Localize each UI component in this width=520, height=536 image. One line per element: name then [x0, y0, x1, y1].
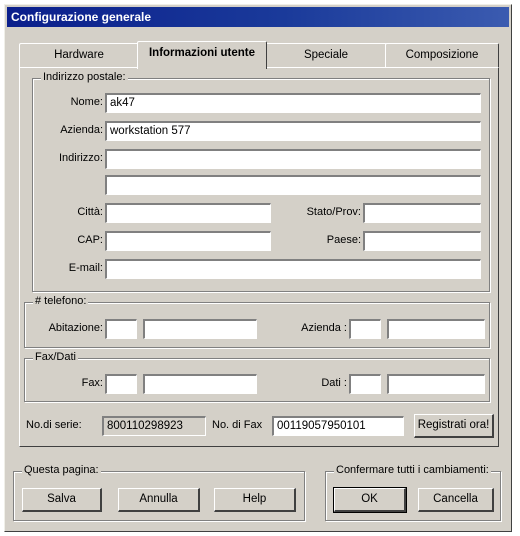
fax-number-label: No. di Fax: [212, 419, 263, 431]
name-label: Nome:: [70, 96, 103, 108]
tab-dialing[interactable]: Composizione: [385, 43, 499, 67]
tab-strip: Hardware Informazioni utente Speciale Co…: [19, 41, 499, 69]
tab-special[interactable]: Speciale: [265, 43, 387, 67]
data-prefix-field[interactable]: [349, 374, 381, 394]
serial-label: No.di serie:: [26, 419, 82, 431]
cancel-all-button[interactable]: Cancella: [418, 488, 494, 512]
confirm-all-group: Confermare tutti i cambiamenti: OK Cance…: [325, 464, 501, 521]
address-field-2[interactable]: [105, 175, 481, 195]
country-label: Paese:: [326, 234, 361, 246]
help-button[interactable]: Help: [214, 488, 296, 512]
ok-button[interactable]: OK: [333, 487, 407, 513]
state-label: Stato/Prov:: [306, 206, 361, 218]
fax-data-group: Fax/Dati Fax: Dati :: [24, 351, 490, 402]
tab-user-info[interactable]: Informazioni utente: [137, 41, 267, 69]
phone-group-label: # telefono:: [33, 295, 89, 307]
home-phone-number-field[interactable]: [143, 319, 257, 339]
work-phone-prefix-field[interactable]: [349, 319, 381, 339]
this-page-group: Questa pagina: Salva Annulla Help: [13, 464, 305, 521]
email-label: E-mail:: [68, 262, 103, 274]
home-phone-label: Abitazione:: [48, 322, 103, 334]
tab-panel: Indirizzo postale: Nome: ak47 Azienda: w…: [19, 67, 499, 447]
fax-number-display-field[interactable]: 00119057950101: [272, 416, 404, 436]
work-phone-number-field[interactable]: [387, 319, 485, 339]
settings-window: Configurazione generale Hardware Informa…: [4, 4, 512, 532]
data-number-field[interactable]: [387, 374, 485, 394]
fax-group-label: Fax/Dati: [33, 351, 78, 363]
zip-field[interactable]: [105, 231, 271, 251]
postal-group-label: Indirizzo postale:: [41, 71, 128, 83]
city-label: Città:: [77, 206, 103, 218]
fax-label: Fax:: [81, 377, 103, 389]
address-field-1[interactable]: [105, 149, 481, 169]
fax-prefix-field[interactable]: [105, 374, 137, 394]
phone-group: # telefono: Abitazione: Azienda :: [24, 295, 490, 348]
data-label: Dati :: [321, 377, 347, 389]
cancel-page-button[interactable]: Annulla: [118, 488, 200, 512]
fax-number-field[interactable]: [143, 374, 257, 394]
address-label: Indirizzo:: [58, 152, 103, 164]
home-phone-prefix-field[interactable]: [105, 319, 137, 339]
country-field[interactable]: [363, 231, 481, 251]
tab-hardware[interactable]: Hardware: [19, 43, 139, 67]
company-label: Azienda:: [60, 124, 103, 136]
postal-address-group: Indirizzo postale: Nome: ak47 Azienda: w…: [32, 71, 490, 292]
save-button[interactable]: Salva: [22, 488, 102, 512]
zip-label: CAP:: [77, 234, 103, 246]
serial-field: 800110298923: [102, 416, 206, 436]
company-field[interactable]: workstation 577: [105, 121, 481, 141]
email-field[interactable]: [105, 259, 481, 279]
confirm-all-label: Confermare tutti i cambiamenti:: [334, 464, 491, 476]
register-now-button[interactable]: Registrati ora!: [414, 414, 494, 438]
work-phone-label: Azienda :: [301, 322, 347, 334]
state-field[interactable]: [363, 203, 481, 223]
this-page-label: Questa pagina:: [22, 464, 101, 476]
city-field[interactable]: [105, 203, 271, 223]
window-title: Configurazione generale: [7, 7, 509, 27]
name-field[interactable]: ak47: [105, 93, 481, 113]
